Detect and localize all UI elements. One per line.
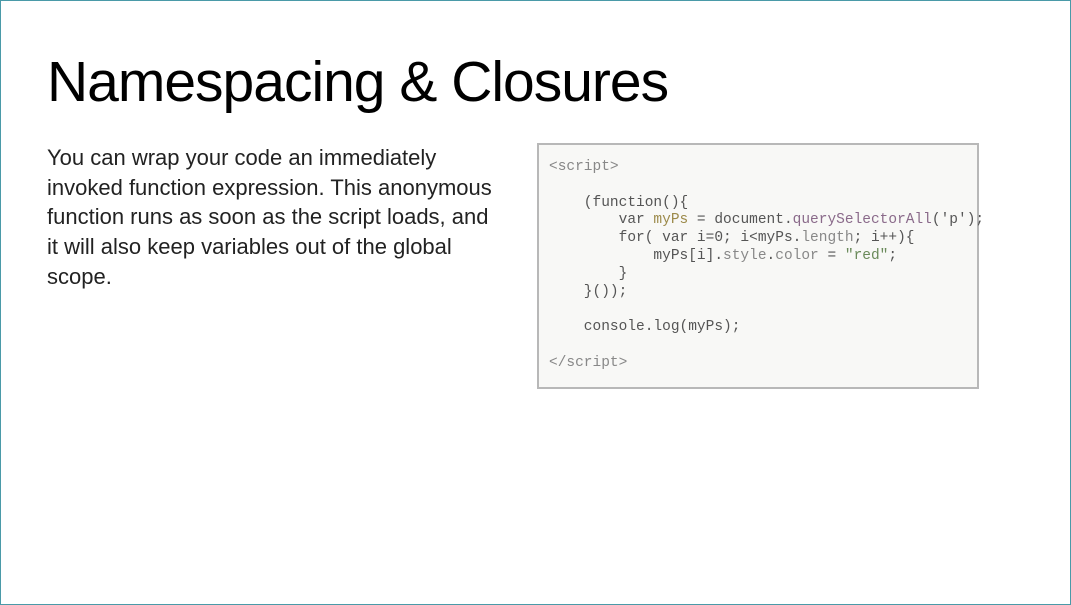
code-line: (function(){ [549,195,688,211]
body-paragraph: You can wrap your code an immediately in… [47,143,497,291]
code-line: } [549,266,627,282]
code-example: <script> (function(){ var myPs = documen… [537,143,979,389]
code-line: var myPs = document.querySelectorAll('p'… [549,212,984,228]
slide-title: Namespacing & Closures [47,49,1024,115]
slide-container: Namespacing & Closures You can wrap your… [1,1,1070,437]
code-line: <script> [549,159,619,175]
code-line: myPs[i].style.color = "red"; [549,248,897,264]
code-line: console.log(myPs); [549,319,740,335]
content-row: You can wrap your code an immediately in… [47,143,1024,389]
code-line: </script> [549,355,627,371]
code-line: }()); [549,284,627,300]
code-line: for( var i=0; i<myPs.length; i++){ [549,230,914,246]
